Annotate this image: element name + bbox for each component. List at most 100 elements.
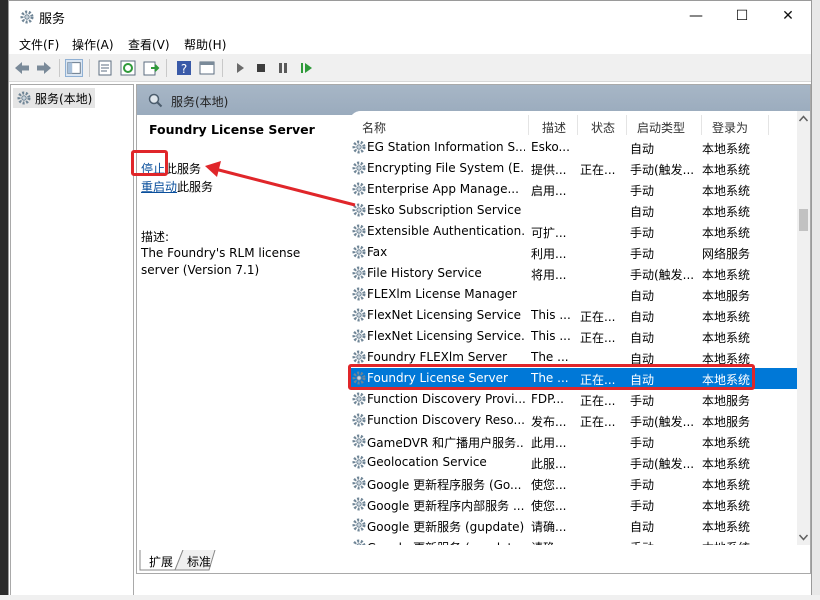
cell-name: Google 更新服务 (gupdat... [367,539,525,545]
cell-logon: 本地系统 [702,163,751,177]
gear-icon [352,392,366,406]
table-row[interactable]: FlexNet Licensing Service... This ... 正在..… [349,326,797,347]
cell-desc: 使您... [531,499,567,513]
cell-name: Enterprise App Manage... [367,182,519,196]
cell-name: EG Station Information S... [367,140,525,154]
column-header-logon-as[interactable]: 登录为 [712,119,748,136]
tree-item-label: 服务(本地) [35,92,93,106]
cell-startup: 手动(触发... [630,415,695,429]
restart-service-link[interactable]: 重启动 [141,180,177,194]
cell-name: FlexNet Licensing Service [367,308,521,322]
table-row[interactable]: Fax 利用... 手动 网络服务 [349,242,797,263]
table-row[interactable]: Google 更新服务 (gupdat... 请确... 手动本地系统 [349,536,797,545]
column-header-name[interactable]: 名称 [362,119,386,136]
view-icon[interactable] [198,59,216,77]
cell-startup: 手动 [630,394,655,408]
cell-name: Esko Subscription Service [367,203,522,217]
cell-desc: 请确... [531,520,567,534]
forward-arrow-icon[interactable] [35,59,53,77]
table-row[interactable]: Google 更新程序内部服务 ... 使您... 手动 本地系统 [349,494,797,515]
cell-name: Function Discovery Provi... [367,392,525,406]
cell-logon: 本地系统 [702,436,751,450]
table-row[interactable]: Function Discovery Reso... 发布... 正在... 手动(触… [349,410,797,431]
table-row[interactable]: EG Station Information S... Esko... 自动 本地系统 [349,137,797,158]
cell-name: Google 更新程序服务 (Go... [367,478,522,492]
cell-desc: The ... [531,350,569,364]
export-list-icon[interactable] [142,59,160,77]
gear-icon [352,266,366,280]
refresh-icon[interactable] [119,59,137,77]
table-row[interactable]: Google 更新程序服务 (Go... 使您... 手动 本地系统 [349,473,797,494]
menu-action[interactable]: 操作(A) [72,36,114,53]
table-row[interactable]: Esko Subscription Service 自动 本地系统 [349,200,797,221]
cell-desc: 提供... [531,163,567,177]
pane-header-title: 服务(本地) [171,95,229,109]
cell-startup: 手动 [630,499,655,513]
cell-desc: 将用... [531,268,567,282]
pause-service-icon[interactable] [274,59,292,77]
maximize-button[interactable]: ☐ [719,1,765,32]
column-divider[interactable] [768,115,769,135]
properties-icon[interactable] [96,59,114,77]
column-divider[interactable] [701,115,702,135]
restart-service-icon[interactable] [298,59,316,77]
table-row[interactable]: FLEXlm License Manager 自动 本地服务 [349,284,797,305]
toolbar-separator [89,59,90,77]
stop-service-icon[interactable] [252,59,270,77]
service-title: Foundry License Server [149,122,315,137]
gear-icon [352,518,366,532]
cell-startup: 手动(触发... [630,163,695,177]
scroll-up-icon[interactable] [799,115,808,122]
scroll-down-icon[interactable] [799,534,808,541]
close-button[interactable]: ✕ [765,1,811,32]
table-row[interactable]: Extensible Authentication... 可扩... 手动 本地系统 [349,221,797,242]
scroll-thumb[interactable] [799,209,808,231]
column-header-description[interactable]: 描述 [542,119,566,136]
show-hide-tree-icon[interactable] [65,59,83,77]
cell-desc: This ... [531,308,571,322]
cell-desc: This ... [531,329,571,343]
column-divider[interactable] [528,115,529,135]
column-divider[interactable] [626,115,627,135]
gear-icon [352,140,366,154]
table-row[interactable]: Google 更新服务 (gupdate) 请确... 自动 本地系统 [349,515,797,536]
help-icon[interactable]: ? [175,59,193,77]
annotation-stop-link-highlight [131,150,168,176]
column-header-status[interactable]: 状态 [591,119,615,136]
tab-standard[interactable]: 标准 [187,553,211,570]
title-bar[interactable]: 服务 — ☐ ✕ [9,1,811,32]
cell-startup: 手动(触发... [630,268,695,282]
start-service-icon[interactable] [231,59,249,77]
column-divider[interactable] [577,115,578,135]
cell-logon: 本地系统 [702,205,751,219]
gear-icon [352,350,366,364]
table-row[interactable]: GameDVR 和广播用户服务... 此用... 手动 本地系统 [349,431,797,452]
services-list: 名称 描述 状态 启动类型 登录为 EG Station Information… [349,111,797,545]
cell-startup: 手动 [630,226,655,240]
table-row[interactable]: File History Service 将用... 手动(触发... 本地系统 [349,263,797,284]
tab-extended[interactable]: 扩展 [149,553,173,570]
tree-item-services-local[interactable]: 服务(本地) [13,88,95,108]
gear-icon [352,245,366,259]
toolbar: ? [9,54,811,82]
menu-view[interactable]: 查看(V) [128,36,170,53]
search-icon [148,93,163,108]
table-row[interactable]: FlexNet Licensing Service This ... 正在... 自动… [349,305,797,326]
cell-desc: 发布... [531,415,567,429]
column-header-startup-type[interactable]: 启动类型 [637,119,685,136]
table-row[interactable]: Geolocation Service 此服... 手动(触发... 本地系统 [349,452,797,473]
table-row[interactable]: Encrypting File System (E... 提供... 正在... 手动… [349,158,797,179]
minimize-button[interactable]: — [673,1,719,32]
menu-bar: 文件(F) 操作(A) 查看(V) 帮助(H) [9,32,811,54]
table-row[interactable]: Enterprise App Manage... 启用... 手动 本地系统 [349,179,797,200]
table-row[interactable]: Function Discovery Provi... FDP... 正在... 手动… [349,389,797,410]
menu-help[interactable]: 帮助(H) [184,36,226,53]
back-arrow-icon[interactable] [13,59,31,77]
cell-startup: 自动 [630,520,655,534]
menu-file[interactable]: 文件(F) [19,36,59,53]
cell-desc: 利用... [531,247,567,261]
gear-icon [352,413,366,427]
cell-name: Extensible Authentication... [367,224,525,238]
vertical-scrollbar[interactable] [797,111,810,545]
gear-icon [352,329,366,343]
